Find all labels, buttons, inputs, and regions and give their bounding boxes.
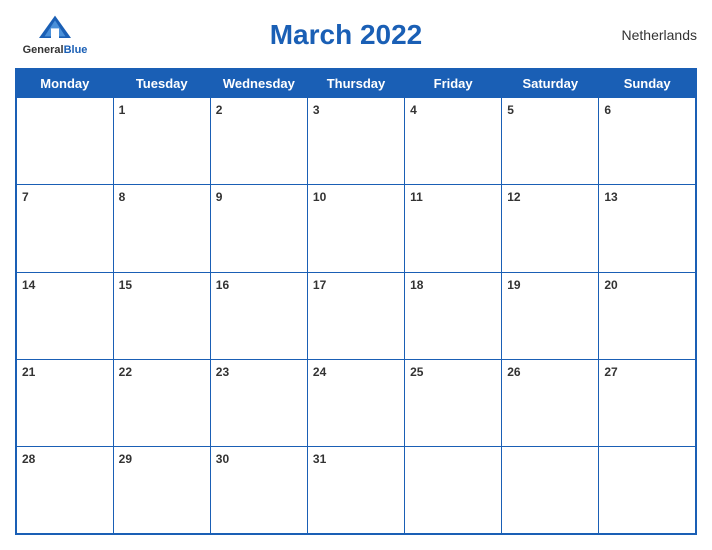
day-number: 17	[313, 278, 326, 292]
calendar-day-cell: 12	[502, 185, 599, 272]
day-number: 11	[410, 190, 423, 204]
calendar-day-cell: 22	[113, 359, 210, 446]
calendar-day-cell: 15	[113, 272, 210, 359]
day-number: 7	[22, 190, 29, 204]
calendar-header: General Blue March 2022 Netherlands	[15, 10, 697, 60]
day-number: 26	[507, 365, 520, 379]
calendar-day-cell: 31	[307, 447, 404, 534]
day-number: 2	[216, 103, 223, 117]
day-number: 31	[313, 452, 326, 466]
day-number: 22	[119, 365, 132, 379]
calendar-day-cell	[599, 447, 696, 534]
calendar-day-cell	[16, 98, 113, 185]
calendar-day-cell: 14	[16, 272, 113, 359]
day-number: 8	[119, 190, 126, 204]
calendar-week-row: 7 8 9 10 11 12 13	[16, 185, 696, 272]
day-number: 13	[604, 190, 617, 204]
calendar-day-cell: 27	[599, 359, 696, 446]
calendar-day-cell: 28	[16, 447, 113, 534]
calendar-day-cell: 24	[307, 359, 404, 446]
calendar-day-cell: 6	[599, 98, 696, 185]
day-number: 28	[22, 452, 35, 466]
calendar-day-cell: 30	[210, 447, 307, 534]
calendar-day-cell: 16	[210, 272, 307, 359]
calendar-day-cell: 26	[502, 359, 599, 446]
calendar-container: General Blue March 2022 Netherlands Mond…	[0, 0, 712, 550]
calendar-day-cell: 19	[502, 272, 599, 359]
calendar-day-cell: 4	[405, 98, 502, 185]
calendar-day-cell: 21	[16, 359, 113, 446]
weekday-friday: Friday	[405, 69, 502, 98]
calendar-day-cell	[405, 447, 502, 534]
logo: General Blue	[15, 14, 95, 56]
calendar-day-cell: 5	[502, 98, 599, 185]
day-number: 1	[119, 103, 126, 117]
day-number: 5	[507, 103, 514, 117]
calendar-day-cell: 1	[113, 98, 210, 185]
day-number: 21	[22, 365, 35, 379]
weekday-saturday: Saturday	[502, 69, 599, 98]
calendar-day-cell: 9	[210, 185, 307, 272]
calendar-title: March 2022	[95, 19, 597, 51]
calendar-day-cell	[502, 447, 599, 534]
calendar-table: Monday Tuesday Wednesday Thursday Friday…	[15, 68, 697, 535]
calendar-day-cell: 25	[405, 359, 502, 446]
day-number: 29	[119, 452, 132, 466]
calendar-day-cell: 20	[599, 272, 696, 359]
day-number: 10	[313, 190, 326, 204]
weekday-wednesday: Wednesday	[210, 69, 307, 98]
calendar-week-row: 1 2 3 4 5 6	[16, 98, 696, 185]
day-number: 4	[410, 103, 417, 117]
day-number: 16	[216, 278, 229, 292]
calendar-day-cell: 10	[307, 185, 404, 272]
calendar-day-cell: 7	[16, 185, 113, 272]
day-number: 9	[216, 190, 223, 204]
logo-text-general: General	[23, 44, 64, 56]
logo-icon	[35, 14, 75, 42]
day-number: 14	[22, 278, 35, 292]
day-number: 27	[604, 365, 617, 379]
day-number: 25	[410, 365, 423, 379]
day-number: 23	[216, 365, 229, 379]
calendar-country: Netherlands	[597, 27, 697, 43]
calendar-day-cell: 18	[405, 272, 502, 359]
day-number: 20	[604, 278, 617, 292]
day-number: 6	[604, 103, 611, 117]
calendar-week-row: 14 15 16 17 18 19 20	[16, 272, 696, 359]
weekday-monday: Monday	[16, 69, 113, 98]
day-number: 19	[507, 278, 520, 292]
calendar-day-cell: 2	[210, 98, 307, 185]
calendar-week-row: 21 22 23 24 25 26 27	[16, 359, 696, 446]
day-number: 12	[507, 190, 520, 204]
calendar-day-cell: 11	[405, 185, 502, 272]
weekday-thursday: Thursday	[307, 69, 404, 98]
day-number: 18	[410, 278, 423, 292]
day-number: 30	[216, 452, 229, 466]
weekday-sunday: Sunday	[599, 69, 696, 98]
calendar-day-cell: 23	[210, 359, 307, 446]
calendar-day-cell: 29	[113, 447, 210, 534]
day-number: 24	[313, 365, 326, 379]
calendar-day-cell: 8	[113, 185, 210, 272]
weekday-tuesday: Tuesday	[113, 69, 210, 98]
calendar-week-row: 28 29 30 31	[16, 447, 696, 534]
calendar-day-cell: 3	[307, 98, 404, 185]
logo-text-blue: Blue	[64, 44, 88, 56]
day-number: 3	[313, 103, 320, 117]
calendar-day-cell: 17	[307, 272, 404, 359]
day-number: 15	[119, 278, 132, 292]
weekday-header-row: Monday Tuesday Wednesday Thursday Friday…	[16, 69, 696, 98]
calendar-day-cell: 13	[599, 185, 696, 272]
